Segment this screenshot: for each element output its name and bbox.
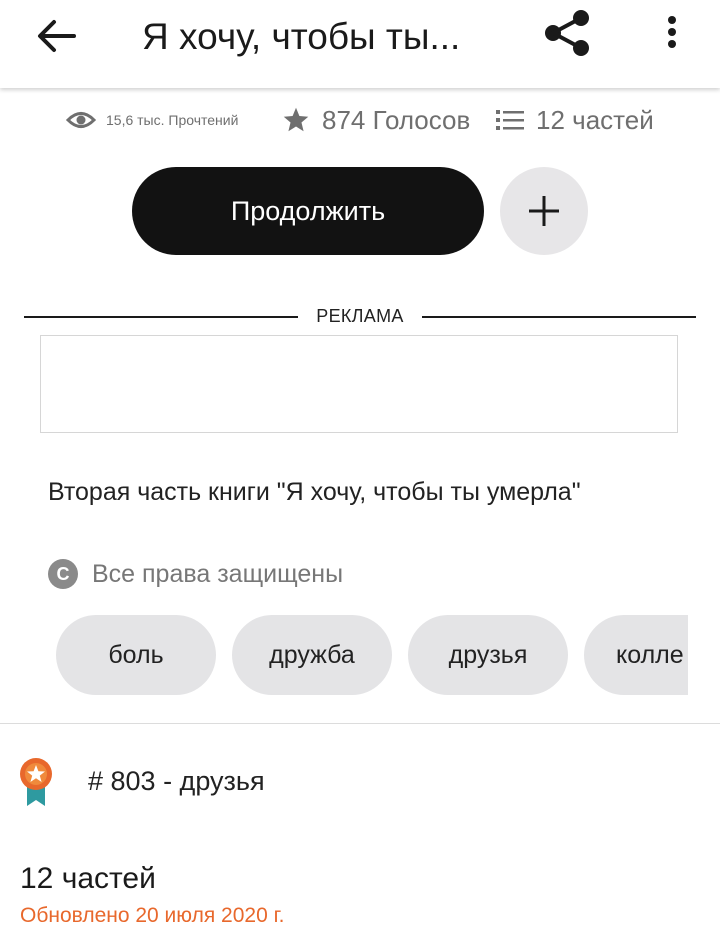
star-icon [283, 107, 309, 132]
copyright-icon: C [48, 559, 78, 589]
add-to-library-button[interactable] [500, 167, 588, 255]
more-vert-icon[interactable] [660, 12, 684, 56]
app-bar: Я хочу, чтобы ты... [0, 0, 720, 88]
last-updated: Обновлено 20 июля 2020 г. [20, 904, 285, 927]
votes-count: 874 Голосов [322, 104, 471, 135]
continue-reading-button[interactable]: Продолжить [132, 167, 484, 255]
toc-parts-count[interactable]: 12 частей [20, 862, 156, 896]
tag-chip[interactable]: боль [56, 615, 216, 695]
parts-stat: 12 частей [496, 100, 654, 140]
section-divider [0, 723, 720, 724]
back-arrow-icon[interactable] [34, 16, 78, 56]
ad-divider-left [24, 316, 298, 318]
plus-icon [529, 196, 559, 226]
eye-icon [66, 112, 96, 128]
ad-banner[interactable] [40, 335, 678, 433]
parts-count-stat: 12 частей [536, 104, 654, 135]
ranking-text: # 803 - друзья [88, 766, 265, 796]
share-icon[interactable] [542, 8, 594, 58]
reads-count: 15,6 тыс. Прочтений [106, 112, 239, 128]
story-stats: 15,6 тыс. Прочтений 874 Голосов 12 часте… [0, 100, 720, 140]
story-description: Вторая часть книги "Я хочу, чтобы ты уме… [48, 478, 581, 506]
tag-chip[interactable]: колле [584, 615, 688, 695]
copyright-text: Все права защищены [92, 559, 344, 588]
list-icon [496, 110, 524, 130]
reads-stat: 15,6 тыс. Прочтений [66, 100, 238, 140]
tag-chip[interactable]: друзья [408, 615, 568, 695]
tag-chip[interactable]: дружба [232, 615, 392, 695]
ad-label: РЕКЛАМА [316, 306, 404, 326]
medal-icon [20, 758, 52, 806]
story-title: Я хочу, чтобы ты... [142, 16, 461, 57]
tag-list: боль дружба друзья колле [56, 615, 688, 695]
ranking-row[interactable]: # 803 - друзья [18, 756, 418, 812]
ad-divider-right [422, 316, 696, 318]
votes-stat: 874 Голосов [282, 100, 470, 140]
copyright-notice: C Все права защищены [48, 556, 343, 592]
